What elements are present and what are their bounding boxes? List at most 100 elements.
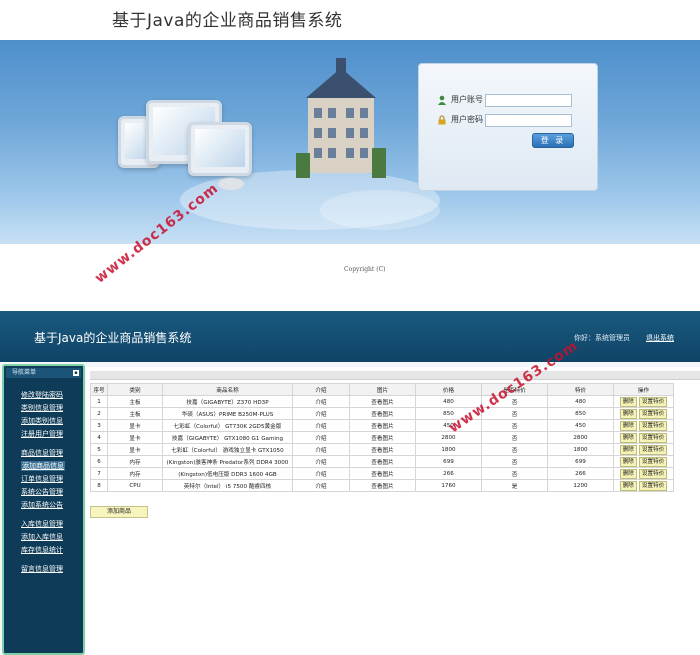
delete-button[interactable]: 删除 (619, 432, 637, 443)
nav-inventory-stats[interactable]: 库存信息统计 (21, 545, 63, 555)
set-special-price-button[interactable]: 设置特价 (638, 480, 668, 491)
product-table: 序号 类别 商品名称 介绍 图片 价格 是否特价 特价 操作 1 主板 技嘉（GIGABYTE）Z3… (90, 383, 674, 492)
table-cell: 2800 (415, 431, 482, 444)
delete-button[interactable]: 删除 (619, 408, 637, 419)
greeting-text: 你好：系统管理员 (574, 334, 630, 342)
nav-add-category[interactable]: 添加类别信息 (21, 416, 63, 426)
nav-add-product[interactable]: 添加商品信息 (21, 461, 65, 471)
view-image-link[interactable]: 查看图片 (349, 479, 416, 492)
monitor-illustration (188, 122, 252, 176)
nav-add-notice[interactable]: 添加系统公告 (21, 500, 63, 510)
nav-change-password[interactable]: 修改登陆密码 (21, 390, 63, 400)
table-cell: 内存 (107, 467, 163, 480)
nav-add-stock-in[interactable]: 添加入库信息 (21, 532, 63, 542)
intro-link[interactable]: 介绍 (292, 407, 350, 420)
set-special-price-button[interactable]: 设置特价 (638, 456, 668, 467)
delete-button[interactable]: 删除 (619, 444, 637, 455)
set-special-price-button[interactable]: 设置特价 (638, 444, 668, 455)
operation-cell: 删除 设置特价 (613, 419, 674, 432)
view-image-link[interactable]: 查看图片 (349, 443, 416, 456)
nav-category-manage[interactable]: 类别信息管理 (21, 403, 63, 413)
table-cell: 7 (90, 467, 108, 480)
set-special-price-button[interactable]: 设置特价 (638, 396, 668, 407)
user-icon (438, 95, 446, 105)
table-header-row: 序号 类别 商品名称 介绍 图片 价格 是否特价 特价 操作 (90, 383, 674, 396)
intro-link[interactable]: 介绍 (292, 431, 350, 444)
sidebar: 导航菜单 ▪ 修改登陆密码 类别信息管理 添加类别信息 注册用户管理 商品信息管… (2, 364, 85, 655)
column-header: 图片 (349, 383, 416, 396)
collapse-icon[interactable]: ▪ (73, 370, 79, 376)
delete-button[interactable]: 删除 (619, 420, 637, 431)
mouse-illustration (218, 178, 244, 190)
nav-message-manage[interactable]: 留言信息管理 (21, 564, 63, 574)
table-cell: CPU (107, 479, 163, 492)
nav-notice-manage[interactable]: 系统公告管理 (21, 487, 63, 497)
delete-button[interactable]: 删除 (619, 480, 637, 491)
view-image-link[interactable]: 查看图片 (349, 467, 416, 480)
username-row: 用户账号 (437, 94, 483, 105)
username-input[interactable] (485, 94, 572, 107)
set-special-price-button[interactable]: 设置特价 (638, 408, 668, 419)
delete-button[interactable]: 删除 (619, 456, 637, 467)
table-cell: (Kingston)低电压版 DDR3 1600 4GB (162, 467, 293, 480)
table-cell: 850 (547, 407, 614, 420)
table-cell: 七彩虹（Colorful） GT730K 2GD5黄金版 (162, 419, 293, 432)
table-cell: 否 (481, 443, 548, 456)
intro-link[interactable]: 介绍 (292, 455, 350, 468)
table-cell: 480 (547, 395, 614, 408)
table-cell: 华硕（ASUS）PRIME B250M-PLUS (162, 407, 293, 420)
table-cell: 内存 (107, 455, 163, 468)
username-label: 用户账号 (451, 95, 483, 104)
content-toolbar-strip (90, 371, 700, 380)
table-cell: 否 (481, 431, 548, 444)
table-cell: 显卡 (107, 419, 163, 432)
main-content: 序号 类别 商品名称 介绍 图片 价格 是否特价 特价 操作 1 主板 技嘉（GIGABYTE）Z3… (86, 367, 700, 651)
column-header: 序号 (90, 383, 108, 396)
intro-link[interactable]: 介绍 (292, 467, 350, 480)
intro-link[interactable]: 介绍 (292, 479, 350, 492)
view-image-link[interactable]: 查看图片 (349, 431, 416, 444)
operation-cell: 删除 设置特价 (613, 407, 674, 420)
intro-link[interactable]: 介绍 (292, 443, 350, 456)
set-special-price-button[interactable]: 设置特价 (638, 420, 668, 431)
copyright-text: Copyright (C) (344, 266, 386, 273)
table-cell: 266 (415, 467, 482, 480)
table-cell: 英特尔（Intel） i5 7500 酷睿四核 (162, 479, 293, 492)
logout-link[interactable]: 退出系统 (646, 333, 674, 343)
nav-order-manage[interactable]: 订单信息管理 (21, 474, 63, 484)
admin-title: 基于Java的企业商品销售系统 (34, 331, 192, 345)
nav-stock-in-manage[interactable]: 入库信息管理 (21, 519, 63, 529)
login-button[interactable]: 登 录 (532, 133, 574, 148)
intro-link[interactable]: 介绍 (292, 395, 350, 408)
set-special-price-button[interactable]: 设置特价 (638, 432, 668, 443)
add-product-button[interactable]: 添加商品 (90, 506, 148, 518)
operation-cell: 删除 设置特价 (613, 479, 674, 492)
view-image-link[interactable]: 查看图片 (349, 419, 416, 432)
table-row: 3 显卡 七彩虹（Colorful） GT730K 2GD5黄金版 介绍 查看图片 450… (90, 419, 674, 432)
view-image-link[interactable]: 查看图片 (349, 395, 416, 408)
password-row: 用户密码 (437, 114, 483, 125)
column-header: 特价 (547, 383, 614, 396)
building-illustration (296, 58, 386, 178)
table-row: 6 内存 (Kingston)骇客神条 Predator系列 DDR4 3000 介绍… (90, 455, 674, 468)
nav-product-manage[interactable]: 商品信息管理 (21, 448, 63, 458)
view-image-link[interactable]: 查看图片 (349, 455, 416, 468)
nav-user-manage[interactable]: 注册用户管理 (21, 429, 63, 439)
view-image-link[interactable]: 查看图片 (349, 407, 416, 420)
column-header: 类别 (107, 383, 163, 396)
delete-button[interactable]: 删除 (619, 468, 637, 479)
table-row: 7 内存 (Kingston)低电压版 DDR3 1600 4GB 介绍 查看图片 266… (90, 467, 674, 480)
table-row: 4 显卡 技嘉（GIGABYTE） GTX1080 G1 Gaming 介绍 查看图片 2… (90, 431, 674, 444)
operation-cell: 删除 设置特价 (613, 455, 674, 468)
set-special-price-button[interactable]: 设置特价 (638, 468, 668, 479)
table-cell: 主板 (107, 407, 163, 420)
password-input[interactable] (485, 114, 572, 127)
intro-link[interactable]: 介绍 (292, 419, 350, 432)
table-cell: 否 (481, 455, 548, 468)
table-cell: 主板 (107, 395, 163, 408)
table-row: 8 CPU 英特尔（Intel） i5 7500 酷睿四核 介绍 查看图片 1760 是 12… (90, 479, 674, 492)
delete-button[interactable]: 删除 (619, 396, 637, 407)
table-cell: 2800 (547, 431, 614, 444)
table-cell: 1200 (547, 479, 614, 492)
sidebar-header: 导航菜单 ▪ (6, 368, 81, 378)
